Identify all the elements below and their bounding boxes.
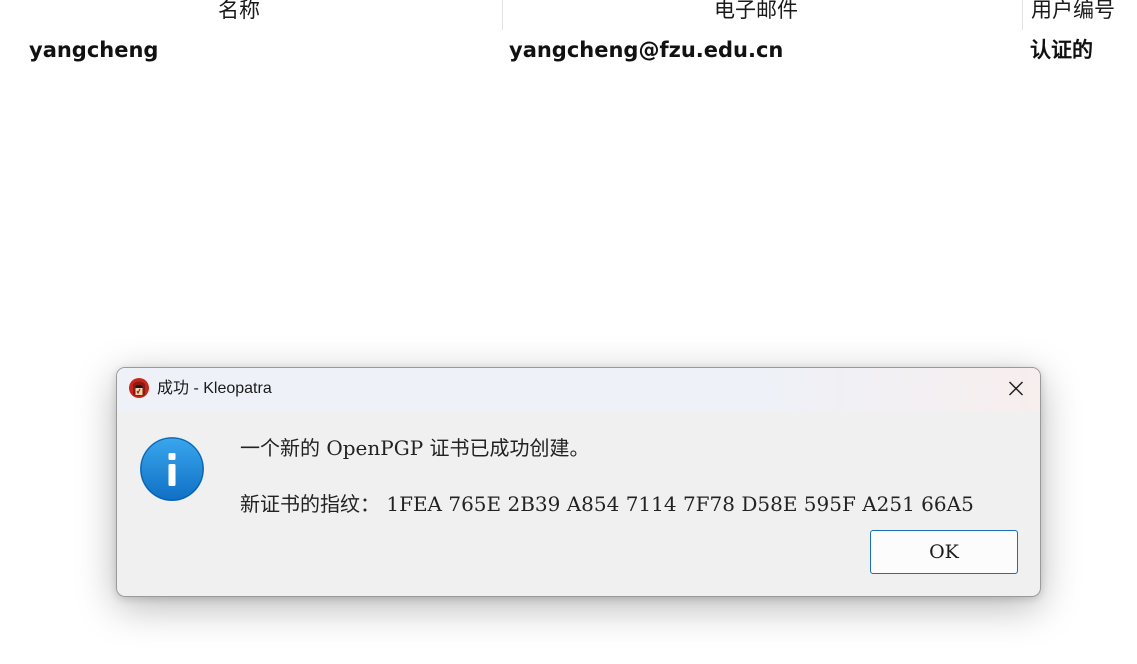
close-icon[interactable] (1000, 374, 1032, 404)
dialog-message: 一个新的 OpenPGP 证书已成功创建。 (240, 436, 590, 460)
fingerprint-text: 新证书的指纹： 1FEA 765E 2B39 A854 7114 7F78 D5… (240, 492, 974, 516)
cell-user-id: 认证的 (1030, 38, 1093, 62)
table-row[interactable]: yangcheng yangcheng@fzu.edu.cn 认证的 (0, 34, 1137, 68)
cell-name: yangcheng (29, 38, 159, 62)
info-icon (140, 437, 204, 501)
table-header: 名称 电子邮件 用户编号 (0, 0, 1137, 30)
column-divider[interactable] (502, 0, 503, 30)
dialog-titlebar[interactable]: 成功 - Kleopatra (117, 368, 1040, 411)
cell-email: yangcheng@fzu.edu.cn (509, 38, 784, 62)
dialog-title: 成功 - Kleopatra (157, 380, 272, 397)
column-header-name[interactable]: 名称 (218, 0, 260, 30)
column-divider[interactable] (1022, 0, 1023, 30)
column-header-user-id[interactable]: 用户编号 (1031, 0, 1115, 30)
column-header-email[interactable]: 电子邮件 (714, 0, 798, 30)
ok-button[interactable]: OK (870, 530, 1018, 574)
kleopatra-icon (129, 378, 149, 398)
page: 名称 电子邮件 用户编号 yangcheng yangcheng@fzu.edu… (0, 0, 1137, 664)
success-dialog: 成功 - Kleopatra 一个新的 OpenPGP 证书已成功创建。 新证书… (116, 367, 1041, 597)
